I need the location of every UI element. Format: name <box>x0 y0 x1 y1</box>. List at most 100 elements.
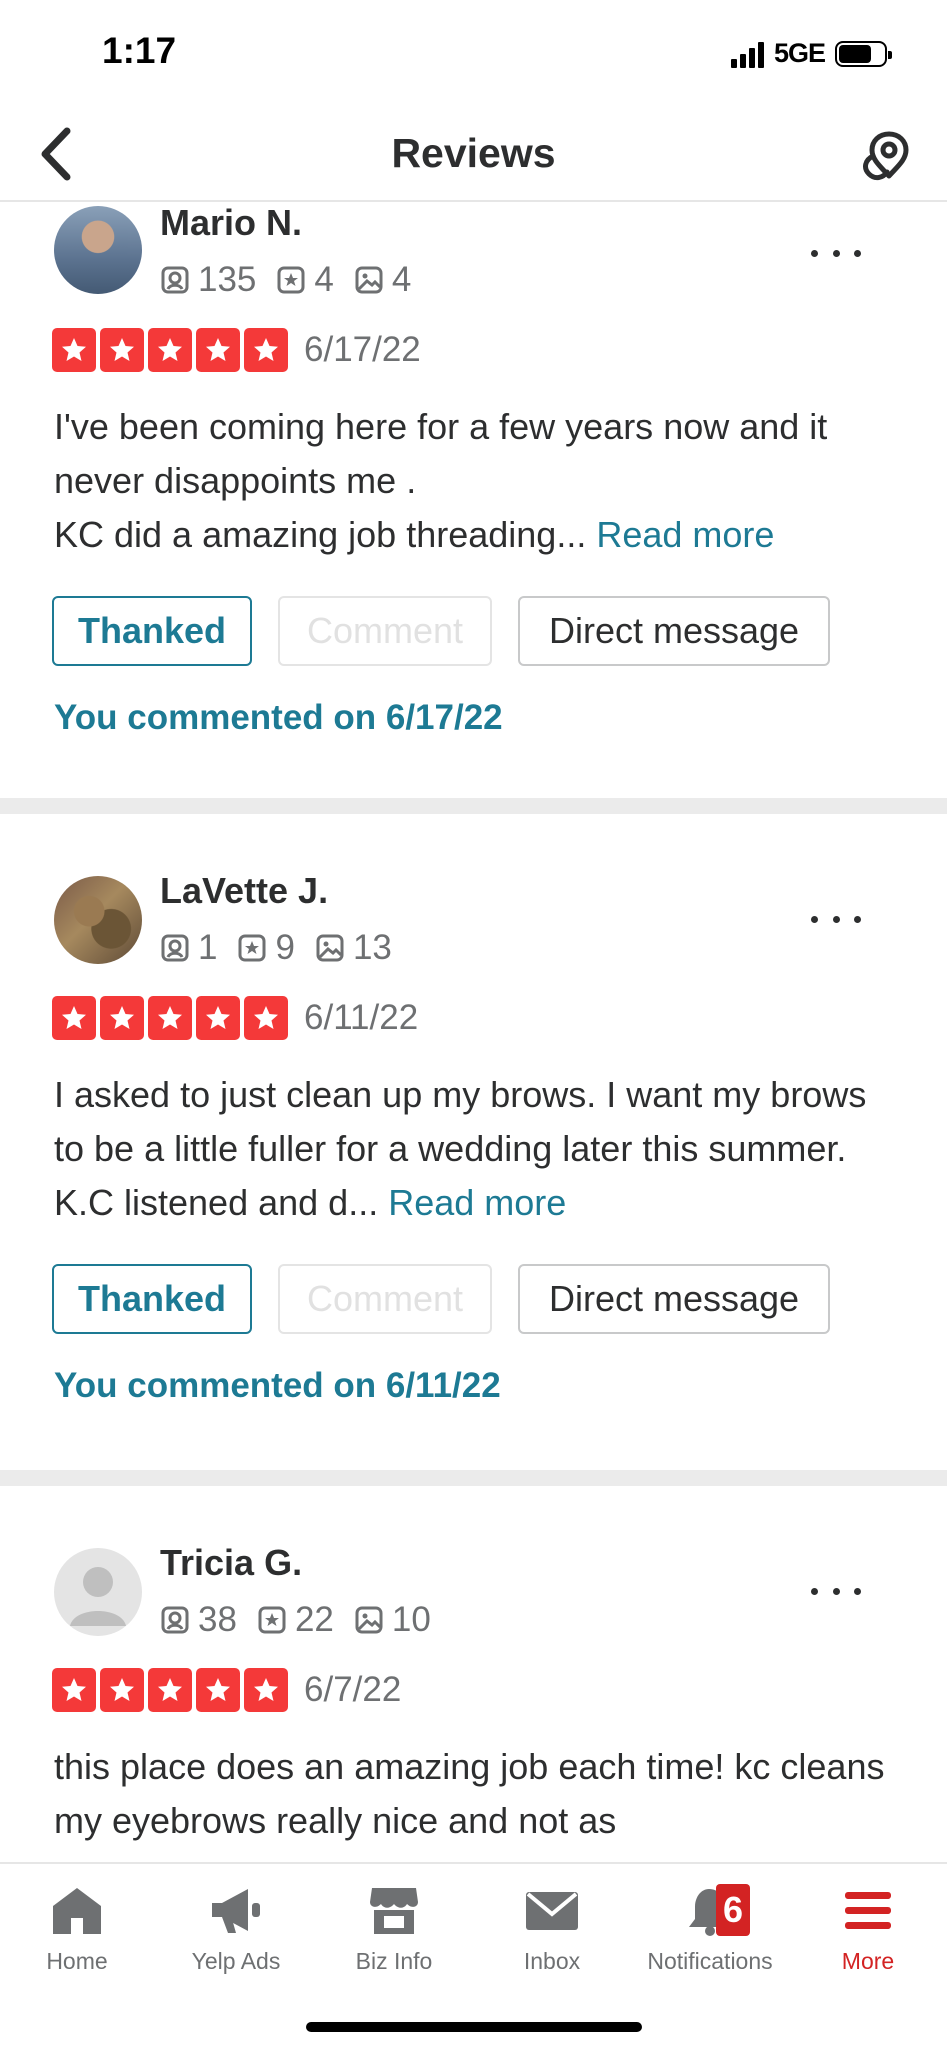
page-title: Reviews <box>391 130 556 176</box>
battery-icon <box>835 40 892 67</box>
thanked-button[interactable]: Thanked <box>52 596 252 666</box>
star-icon <box>100 328 144 372</box>
home-icon <box>53 1888 101 1934</box>
star-icon <box>244 996 288 1040</box>
reviews-screen: 1:17 5GE Reviews Mario N. 135 4 4 6/17/2… <box>0 0 947 2048</box>
stat-photos: 13 <box>315 928 392 968</box>
section-divider <box>0 1470 947 1486</box>
tab-inbox[interactable]: Inbox <box>472 1882 632 1975</box>
tab-notifications[interactable]: 6 Notifications <box>630 1882 790 1975</box>
star-count-icon <box>277 266 305 294</box>
avatar[interactable] <box>54 876 142 964</box>
comment-button[interactable]: Comment <box>278 1264 492 1334</box>
stat-reviews: 1 <box>160 928 217 968</box>
star-icon <box>148 996 192 1040</box>
tab-label: Home <box>46 1948 108 1974</box>
reviews-count: 135 <box>198 260 257 299</box>
star-icon <box>196 328 240 372</box>
stat-friends: 22 <box>257 1600 334 1640</box>
envelope-icon <box>526 1892 578 1930</box>
review-count-icon <box>161 1606 189 1634</box>
stat-reviews: 38 <box>160 1600 237 1640</box>
review-actions: Thanked Comment Direct message <box>52 596 830 666</box>
review-count-icon <box>161 266 189 294</box>
reviewer-stats: 135 4 4 <box>160 260 431 300</box>
commented-status[interactable]: You commented on 6/11/22 <box>54 1366 501 1406</box>
reviewer-stats: 38 22 10 <box>160 1600 451 1640</box>
comment-button[interactable]: Comment <box>278 596 492 666</box>
rating-row: 6/7/22 <box>52 1668 401 1712</box>
review-text[interactable]: I asked to just clean up my brows. I wan… <box>54 1068 904 1230</box>
stat-reviews: 135 <box>160 260 256 300</box>
tab-yelp-ads[interactable]: Yelp Ads <box>156 1882 316 1975</box>
rating-row: 6/17/22 <box>52 328 421 372</box>
star-count-icon <box>258 1606 286 1634</box>
photos-count: 13 <box>352 928 392 967</box>
review-text[interactable]: this place does an amazing job each time… <box>54 1740 904 1848</box>
tab-label: Inbox <box>523 1948 581 1974</box>
more-options-button[interactable] <box>811 1576 861 1606</box>
review-text[interactable]: I've been coming here for a few years no… <box>54 400 904 562</box>
more-options-button[interactable] <box>811 238 861 268</box>
star-icon <box>196 1668 240 1712</box>
star-icon <box>52 996 96 1040</box>
photos-count: 4 <box>391 260 412 299</box>
tab-label: Yelp Ads <box>191 1948 281 1974</box>
star-icon <box>148 328 192 372</box>
map-pin-button[interactable] <box>853 124 917 188</box>
reviewer-name[interactable]: LaVette J. <box>160 870 328 912</box>
home-indicator[interactable] <box>306 2022 642 2032</box>
read-more-link[interactable]: Read more <box>596 514 774 555</box>
commented-status[interactable]: You commented on 6/17/22 <box>54 698 503 738</box>
rating-row: 6/11/22 <box>52 996 418 1040</box>
more-options-button[interactable] <box>811 904 861 934</box>
tab-label: More <box>841 1948 895 1974</box>
storefront-icon <box>370 1888 418 1934</box>
review-body: this place does an amazing job each time… <box>54 1746 885 1841</box>
star-rating <box>52 996 288 1040</box>
notification-badge: 6 <box>716 1884 750 1936</box>
reviews-count: 38 <box>198 1600 237 1639</box>
status-time: 1:17 <box>102 30 177 71</box>
photos-count: 10 <box>391 1600 431 1639</box>
avatar[interactable] <box>54 206 142 294</box>
review-date: 6/7/22 <box>304 1670 402 1709</box>
reviews-list: Mario N. 135 4 4 6/17/22 I've been comin… <box>0 204 947 1864</box>
review-date: 6/11/22 <box>304 998 419 1037</box>
read-more-link[interactable]: Read more <box>388 1182 566 1223</box>
reviewer-name[interactable]: Mario N. <box>160 204 302 244</box>
megaphone-icon <box>212 1889 260 1933</box>
nav-header: Reviews <box>0 110 947 202</box>
network-type: 5GE <box>773 38 826 68</box>
tab-biz-info[interactable]: Biz Info <box>314 1882 474 1975</box>
reviewer-stats: 1 9 13 <box>160 928 412 968</box>
star-icon <box>100 996 144 1040</box>
star-icon <box>52 328 96 372</box>
status-indicators: 5GE <box>730 38 892 69</box>
friends-count: 22 <box>294 1600 334 1639</box>
tab-more[interactable]: More <box>788 1882 947 1975</box>
menu-icon <box>845 1892 891 1929</box>
reviewer-name[interactable]: Tricia G. <box>160 1542 302 1584</box>
avatar[interactable] <box>54 1548 142 1636</box>
review-date: 6/17/22 <box>304 330 421 369</box>
tab-label: Biz Info <box>355 1948 433 1974</box>
section-divider <box>0 798 947 814</box>
default-user-icon <box>70 1567 126 1626</box>
stat-photos: 10 <box>354 1600 431 1640</box>
friends-count: 4 <box>314 260 334 299</box>
stat-friends: 4 <box>276 260 334 300</box>
star-icon <box>196 996 240 1040</box>
direct-message-button[interactable]: Direct message <box>518 596 830 666</box>
review-count-icon <box>161 934 189 962</box>
tab-home[interactable]: Home <box>0 1882 157 1975</box>
thanked-button[interactable]: Thanked <box>52 1264 252 1334</box>
star-count-icon <box>238 934 266 962</box>
reviews-count: 1 <box>198 928 218 967</box>
star-icon <box>52 1668 96 1712</box>
stat-friends: 9 <box>237 928 295 968</box>
friends-count: 9 <box>275 928 295 967</box>
direct-message-button[interactable]: Direct message <box>518 1264 830 1334</box>
review-actions: Thanked Comment Direct message <box>52 1264 830 1334</box>
stat-photos: 4 <box>354 260 411 300</box>
